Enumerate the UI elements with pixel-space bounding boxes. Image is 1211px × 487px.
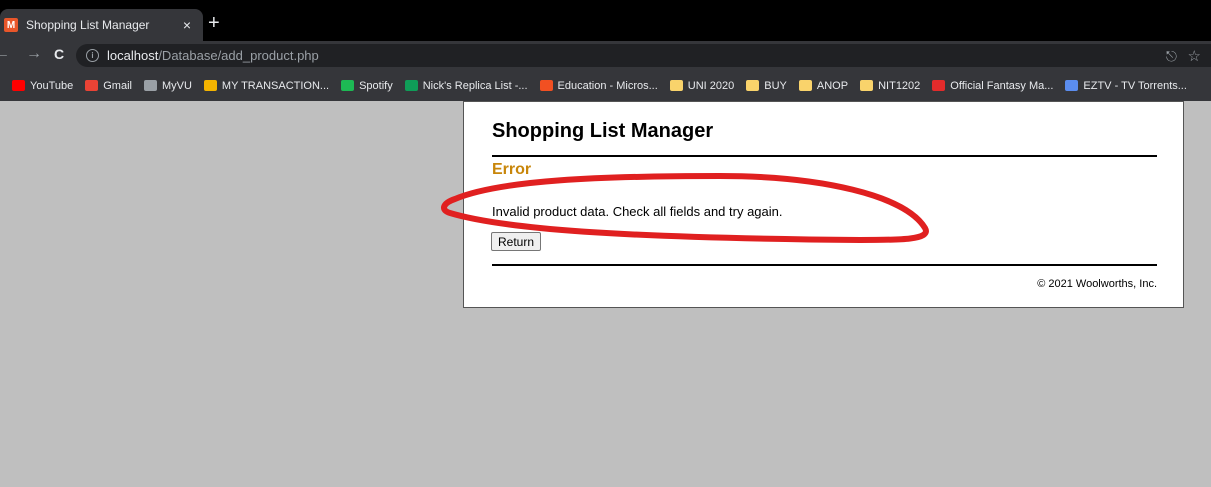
youtube-icon <box>12 80 25 91</box>
bookmark-gmail[interactable]: Gmail <box>85 80 132 92</box>
bookmark-youtube[interactable]: YouTube <box>12 80 73 92</box>
bookmark-spotify[interactable]: Spotify <box>341 80 393 92</box>
tab-strip: M Shopping List Manager × + <box>0 0 1211 41</box>
new-tab-icon[interactable]: + <box>208 13 220 33</box>
gmail-icon <box>85 80 99 91</box>
folder-icon <box>669 80 683 91</box>
address-path: /Database/add_product.php <box>158 48 319 63</box>
error-heading: Error <box>492 161 532 178</box>
reload-icon[interactable]: C <box>54 47 64 61</box>
tab-close-icon[interactable]: × <box>183 18 191 32</box>
folder-icon <box>746 80 760 91</box>
forward-icon[interactable]: → <box>26 46 42 62</box>
bookmark-star-icon[interactable]: ☆ <box>1188 47 1201 65</box>
bookmark-nit1202[interactable]: NIT1202 <box>860 80 920 92</box>
sheets-icon <box>404 80 418 91</box>
spotify-icon <box>341 80 355 91</box>
address-url: localhost/Database/add_product.php <box>107 48 319 63</box>
bookmark-my-transaction[interactable]: MY TRANSACTION... <box>203 80 329 92</box>
content-panel: Shopping List Manager Error Invalid prod… <box>463 101 1184 308</box>
bookmark-uni-2020[interactable]: UNI 2020 <box>669 80 734 92</box>
bookmark-buy[interactable]: BUY <box>746 80 787 92</box>
bookmark-myvu[interactable]: MyVU <box>143 80 192 92</box>
address-host: localhost <box>107 48 159 63</box>
share-icon[interactable]: ⎋ <box>1166 48 1177 65</box>
microsoft-icon <box>539 80 553 91</box>
footer-copyright: © 2021 Woolworths, Inc. <box>1037 278 1157 290</box>
footer-divider <box>492 264 1157 266</box>
browser-tab[interactable]: M Shopping List Manager × <box>0 9 203 41</box>
back-icon[interactable]: ← <box>0 46 10 62</box>
myvu-icon <box>143 80 157 91</box>
bookmark-official-fantasy[interactable]: Official Fantasy Ma... <box>932 80 1053 92</box>
tab-favicon-icon: M <box>4 18 18 32</box>
site-info-icon[interactable]: i <box>86 49 99 62</box>
fantasy-icon <box>932 80 946 91</box>
browser-toolbar: ← → C i localhost/Database/add_product.p… <box>0 41 1211 70</box>
bookmark-anop[interactable]: ANOP <box>798 80 848 92</box>
bookmarks-bar: YouTube Gmail MyVU MY TRANSACTION... Spo… <box>0 70 1211 101</box>
tab-title: Shopping List Manager <box>26 18 150 32</box>
folder-icon <box>860 80 874 91</box>
header-divider <box>492 155 1157 157</box>
eztv-icon <box>1065 80 1079 91</box>
transaction-icon <box>203 80 217 91</box>
bookmark-eztv[interactable]: EZTV - TV Torrents... <box>1065 80 1187 92</box>
bookmark-nicks-replica-list[interactable]: Nick's Replica List -... <box>404 80 528 92</box>
address-bar[interactable]: i localhost/Database/add_product.php ⎋ ☆ <box>76 44 1211 67</box>
page-title: Shopping List Manager <box>492 120 714 142</box>
return-button[interactable]: Return <box>491 232 542 251</box>
error-message: Invalid product data. Check all fields a… <box>492 204 783 219</box>
bookmark-education-microsoft[interactable]: Education - Micros... <box>539 80 658 92</box>
folder-icon <box>798 80 812 91</box>
